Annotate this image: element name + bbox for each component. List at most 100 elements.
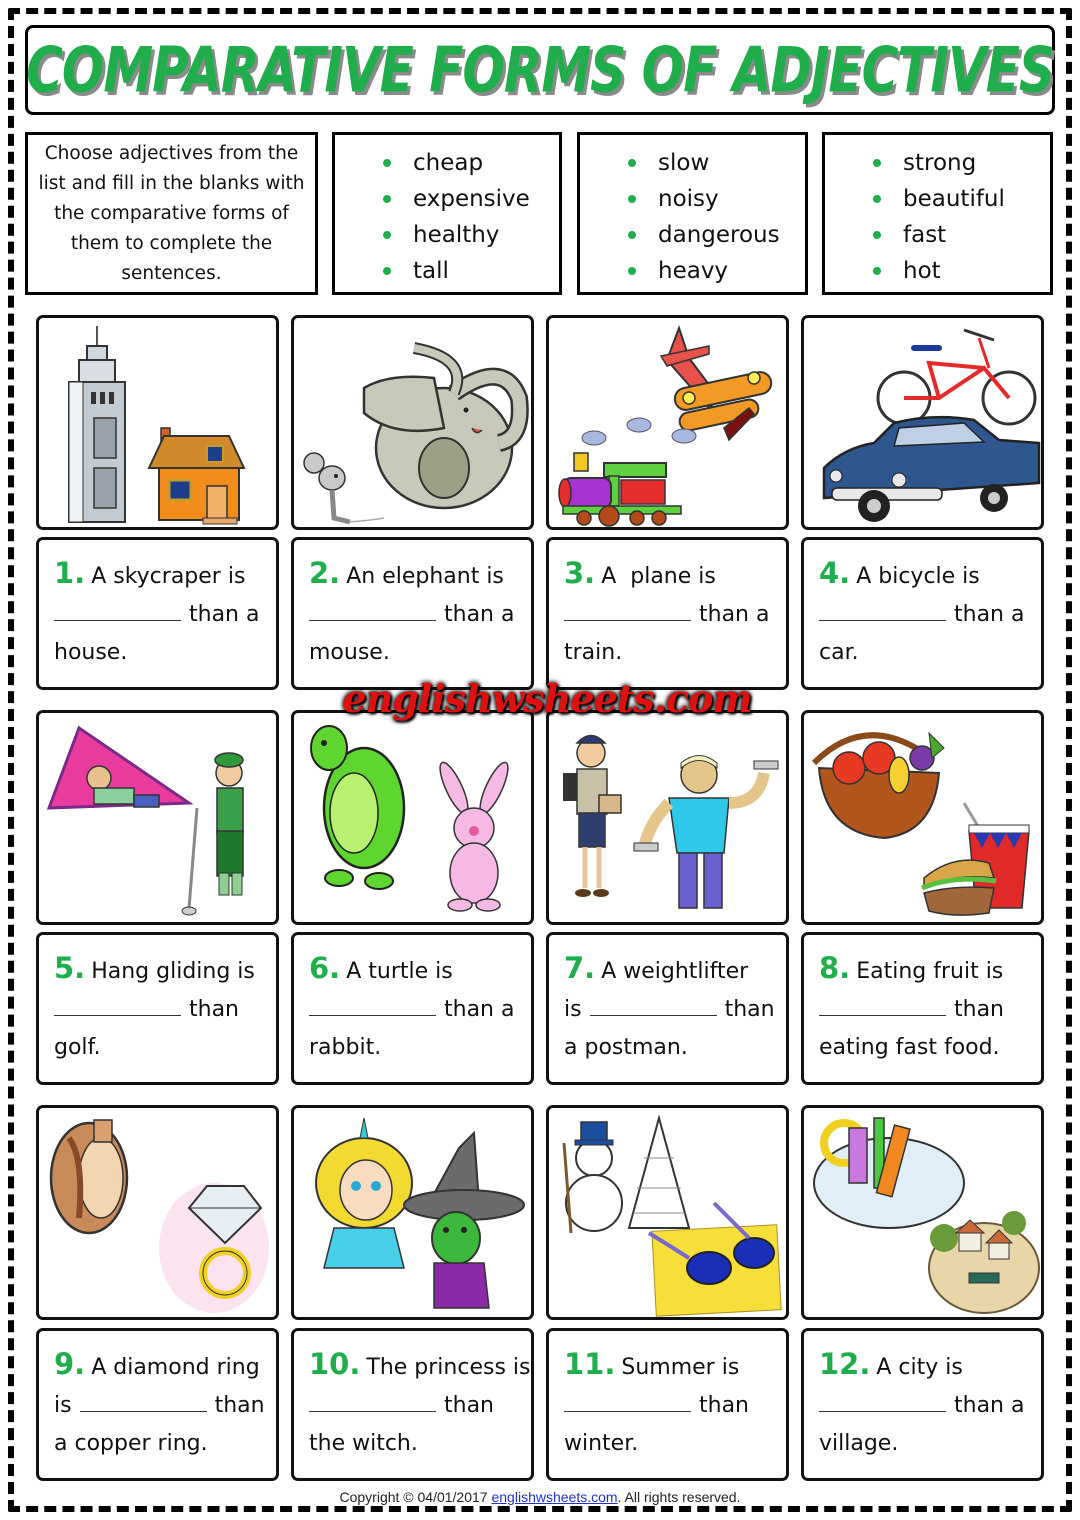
exercise-text: than a <box>444 602 515 627</box>
answer-blank[interactable] <box>819 599 946 621</box>
exercise-2: 2. An elephant is than a mouse. <box>291 537 534 690</box>
exercise-text: village. <box>819 1431 899 1456</box>
golfer-icon <box>181 752 244 916</box>
bullet-icon <box>383 195 391 203</box>
fruit-basket-icon <box>811 731 945 840</box>
exercise-text: A plane is <box>601 564 716 589</box>
word-item: dangerous <box>628 217 805 253</box>
exercise-text: An elephant is <box>346 564 504 589</box>
word-item: expensive <box>383 181 559 217</box>
answer-blank[interactable] <box>309 994 436 1016</box>
exercise-7: 7. A weightlifter is than a postman. <box>546 932 789 1085</box>
exercise-text: is <box>564 997 582 1022</box>
word-item: beautiful <box>873 181 1050 217</box>
copyright-prefix: Copyright © 04/01/2017 <box>339 1489 492 1505</box>
exercise-text: than a <box>189 602 260 627</box>
mouse-icon <box>303 452 385 525</box>
exercise-text: than <box>214 1393 265 1418</box>
turtle-icon <box>310 725 406 890</box>
exercise-text: than <box>699 1393 749 1418</box>
word-label: dangerous <box>658 222 780 248</box>
exercise-text: Summer is <box>621 1355 740 1380</box>
bullet-icon <box>873 231 881 239</box>
answer-blank[interactable] <box>54 599 181 621</box>
exercise-12: 12. A city is than a village. <box>801 1328 1044 1481</box>
exercise-number: 3. <box>564 556 596 590</box>
exercise-text: than <box>189 997 239 1022</box>
word-label: tall <box>413 258 449 284</box>
bullet-icon <box>628 159 636 167</box>
word-label: fast <box>903 222 947 248</box>
exercise-text: Eating fruit is <box>856 959 1004 984</box>
illustration-skyscraper-house <box>36 315 279 530</box>
answer-blank[interactable] <box>309 1390 436 1412</box>
word-item: cheap <box>383 145 559 181</box>
bullet-icon <box>628 195 636 203</box>
exercise-text: rabbit. <box>309 1035 382 1060</box>
bullet-icon <box>873 195 881 203</box>
train-icon <box>558 452 682 527</box>
plane-icon <box>659 325 773 442</box>
exercise-text: house. <box>54 640 128 665</box>
word-item: tall <box>383 253 559 289</box>
answer-blank[interactable] <box>54 994 181 1016</box>
illustration-city-village <box>801 1105 1044 1320</box>
exercise-6: 6. A turtle is than a rabbit. <box>291 932 534 1085</box>
exercise-number: 4. <box>819 556 851 590</box>
exercise-text: winter. <box>564 1431 639 1456</box>
word-label: strong <box>903 150 977 176</box>
bullet-icon <box>873 267 881 275</box>
postman-icon <box>563 734 622 897</box>
word-label: beautiful <box>903 186 1005 212</box>
exercise-text: car. <box>819 640 859 665</box>
exercise-text: train. <box>564 640 623 665</box>
answer-blank[interactable] <box>819 1390 946 1412</box>
rabbit-icon <box>439 761 509 912</box>
answer-blank[interactable] <box>309 599 436 621</box>
exercise-text: A turtle is <box>346 959 453 984</box>
word-label: slow <box>658 150 710 176</box>
exercise-number: 10. <box>309 1347 361 1381</box>
village-icon <box>928 1211 1040 1314</box>
word-label: hot <box>903 258 941 284</box>
illustration-fruit-fastfood <box>801 710 1044 925</box>
illustration-bicycle-car <box>801 315 1044 530</box>
weightlifter-icon <box>633 755 779 909</box>
hang-glider-icon <box>46 725 194 810</box>
exercise-text: A weightlifter <box>601 959 749 984</box>
answer-blank[interactable] <box>589 994 717 1016</box>
exercise-number: 6. <box>309 951 341 985</box>
illustration-princess-witch <box>291 1105 534 1320</box>
illustration-elephant-mouse <box>291 315 534 530</box>
word-list-box-2: slow noisy dangerous heavy <box>577 132 808 295</box>
answer-blank[interactable] <box>564 599 691 621</box>
exercise-text: Hang gliding is <box>91 959 255 984</box>
word-item: heavy <box>628 253 805 289</box>
word-label: cheap <box>413 150 484 176</box>
exercise-text: a postman. <box>564 1035 688 1060</box>
instructions-text: Choose adjectives from the list and fill… <box>38 142 305 284</box>
exercise-text: than <box>954 997 1004 1022</box>
snowman-icon <box>562 1121 623 1234</box>
bullet-icon <box>628 231 636 239</box>
copyright-suffix: . All rights reserved. <box>617 1489 741 1505</box>
copyright-footer: Copyright © 04/01/2017 englishwsheets.co… <box>0 1489 1080 1505</box>
city-cloud-icon <box>813 1117 965 1229</box>
exercise-text: the witch. <box>309 1431 418 1456</box>
site-link[interactable]: englishwsheets.com <box>491 1489 617 1505</box>
exercise-number: 11. <box>564 1347 616 1381</box>
exercise-number: 5. <box>54 951 86 985</box>
exercise-text: eating fast food. <box>819 1035 1000 1060</box>
diamond-ring-icon <box>159 1183 269 1313</box>
worksheet-title: COMPARATIVE FORMS OF ADJECTIVES <box>26 33 1055 107</box>
answer-blank[interactable] <box>819 994 946 1016</box>
answer-blank[interactable] <box>564 1390 691 1412</box>
bullet-icon <box>383 231 391 239</box>
illustration-postman-weightlifter <box>546 710 789 925</box>
bullet-icon <box>873 159 881 167</box>
word-item: noisy <box>628 181 805 217</box>
exercise-text: than a <box>699 602 770 627</box>
answer-blank[interactable] <box>79 1390 207 1412</box>
exercise-text: than a <box>954 602 1025 627</box>
word-label: heavy <box>658 258 729 284</box>
